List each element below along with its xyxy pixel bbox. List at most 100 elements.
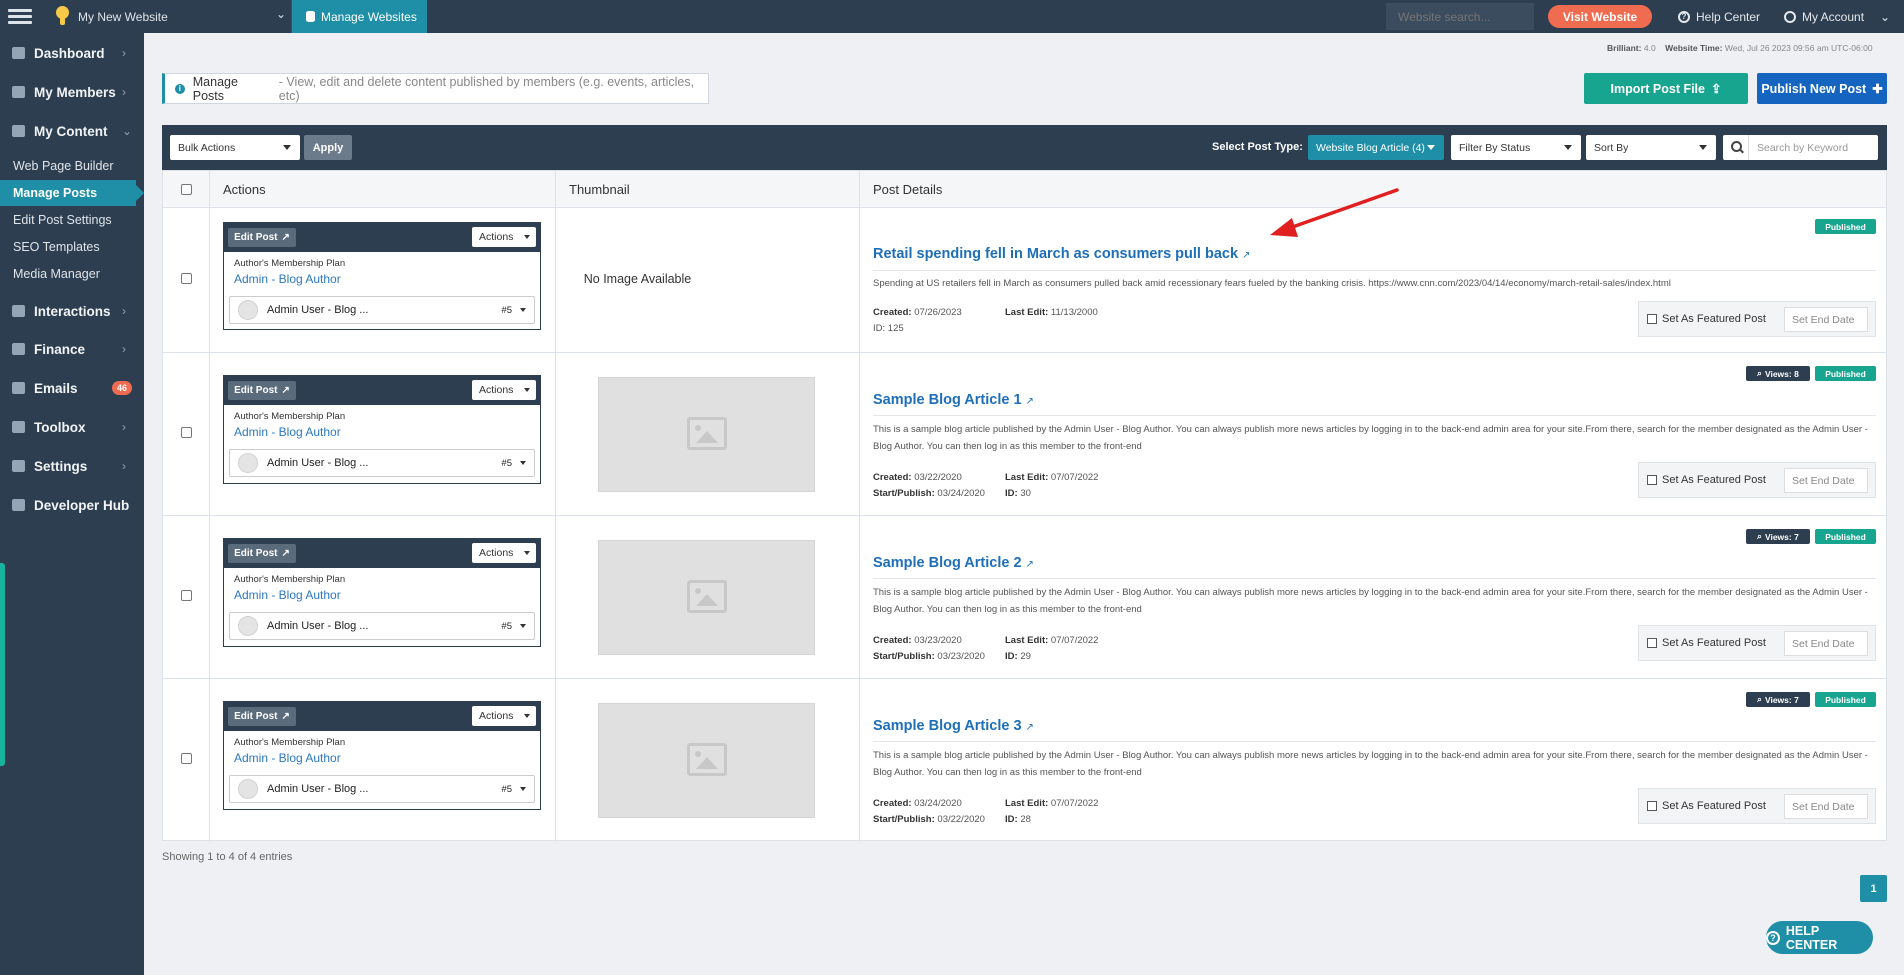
post-type-select[interactable]: Website Blog Article (4) [1308,135,1444,160]
author-select[interactable]: Admin User - Blog ... #5 [229,449,535,477]
apply-button[interactable]: Apply [304,135,352,160]
keyword-search-input[interactable]: Search by Keyword [1723,135,1878,160]
website-search-input[interactable] [1386,3,1534,30]
author-select[interactable]: Admin User - Blog ... #5 [229,296,535,324]
edit-post-button[interactable]: Edit Post ↗ [228,381,296,400]
created-label: Created: [873,635,912,646]
created-date: Created: 03/23/2020 [873,635,962,646]
post-title-link[interactable]: Sample Blog Article 3 ↗ [873,718,1034,734]
sort-by-select[interactable]: Sort By [1586,135,1716,160]
views-count: Views: 8 [1764,368,1799,379]
end-date-input[interactable]: Set End Date [1784,631,1868,656]
sidebar-item-interactions[interactable]: Interactions › [0,295,144,327]
start-value: 03/24/2020 [937,488,985,499]
sidebar-item-developer-hub[interactable]: Developer Hub [0,489,144,521]
id-label: ID: [873,323,886,334]
featured-checkbox[interactable] [1647,314,1657,324]
featured-checkbox[interactable] [1647,638,1657,648]
manage-websites-button[interactable]: Manage Websites [292,0,427,33]
pagination-page-1[interactable]: 1 [1860,875,1887,902]
filter-status-select[interactable]: Filter By Status [1451,135,1581,160]
start-label: Start/Publish: [873,651,935,662]
grid-icon [12,499,25,511]
bulk-actions-select[interactable]: Bulk Actions [170,135,300,160]
post-title-link[interactable]: Retail spending fell in March as consume… [873,246,1250,262]
post-description: Spending at US retailers fell in March a… [873,278,1671,289]
created-label: Created: [873,307,912,318]
select-all-checkbox[interactable] [181,184,192,195]
created-value: 03/23/2020 [914,635,962,646]
visit-website-button[interactable]: Visit Website [1548,5,1652,28]
post-title-link[interactable]: Sample Blog Article 1 ↗ [873,392,1034,408]
membership-plan-link[interactable]: Admin - Blog Author [234,751,341,765]
post-title: Retail spending fell in March as consume… [873,246,1239,262]
start-label: Start/Publish: [873,814,935,825]
sidebar-item-toolbox[interactable]: Toolbox › [0,411,144,443]
last-edit-label: Last Edit: [1005,635,1049,646]
start-date: Start/Publish: 03/23/2020 [873,651,985,662]
sidebar-sub-web-page-builder[interactable]: Web Page Builder [0,153,144,179]
chevron-right-icon: › [122,85,126,99]
author-card: Edit Post ↗ Actions Author's Membership P… [223,701,541,810]
actions-dropdown[interactable]: Actions [472,227,536,247]
actions-dropdown[interactable]: Actions [472,543,536,563]
row-checkbox[interactable] [181,273,192,284]
featured-label: Set As Featured Post [1662,800,1766,812]
id-label: ID: [1005,651,1018,662]
caret-down-icon [1699,145,1707,150]
sidebar-item-my-members[interactable]: My Members › [0,76,144,108]
membership-plan-link[interactable]: Admin - Blog Author [234,425,341,439]
author-select[interactable]: Admin User - Blog ... #5 [229,612,535,640]
publish-new-post-button[interactable]: Publish New Post ✚ [1757,73,1887,104]
edit-post-button[interactable]: Edit Post ↗ [228,707,296,726]
last-edit-value: 07/07/2022 [1050,635,1099,646]
end-date-input[interactable]: Set End Date [1784,794,1868,819]
question-icon: ? [1678,10,1690,23]
post-thumbnail[interactable] [598,540,815,655]
sidebar-item-finance[interactable]: Finance › [0,333,144,365]
featured-checkbox[interactable] [1647,475,1657,485]
sidebar-sub-media-manager[interactable]: Media Manager [0,261,144,287]
sidebar: Dashboard › My Members › My Content ⌄ We… [0,33,144,975]
sidebar-item-emails[interactable]: Emails 46 [0,372,144,404]
edit-post-button[interactable]: Edit Post ↗ [228,228,296,247]
import-post-file-button[interactable]: Import Post File ⇪ [1584,73,1748,104]
sidebar-item-settings[interactable]: Settings › [0,450,144,482]
edit-post-button[interactable]: Edit Post ↗ [228,544,296,563]
chat-icon [12,305,25,317]
users-icon [12,86,25,98]
last-edit-label: Last Edit: [1005,307,1049,318]
actions-dropdown[interactable]: Actions [472,706,536,726]
actions-dropdown[interactable]: Actions [472,380,536,400]
help-center-button[interactable]: ? HELP CENTER [1766,921,1873,954]
annotation-arrow-icon [1270,188,1399,237]
author-name: Admin User - Blog ... [267,620,369,632]
end-date-input[interactable]: Set End Date [1784,468,1868,493]
my-account-label: My Account [1802,9,1865,24]
start-value: 03/22/2020 [937,814,985,825]
help-center-link[interactable]: ? Help Center [1678,0,1760,33]
row-checkbox[interactable] [181,427,192,438]
sidebar-label: My Members [34,84,116,100]
membership-plan-link[interactable]: Admin - Blog Author [234,588,341,602]
my-account-menu[interactable]: My Account ⌄ [1784,0,1890,33]
author-select[interactable]: Admin User - Blog ... #5 [229,775,535,803]
membership-plan-link[interactable]: Admin - Blog Author [234,272,341,286]
menu-icon[interactable] [8,6,32,26]
post-thumbnail[interactable] [598,703,815,818]
website-selector[interactable]: My New Website ⌄ [40,0,292,33]
post-title-link[interactable]: Sample Blog Article 2 ↗ [873,555,1034,571]
bulk-actions-value: Bulk Actions [178,141,236,154]
featured-checkbox[interactable] [1647,801,1657,811]
end-date-input[interactable]: Set End Date [1784,307,1868,332]
row-checkbox[interactable] [181,753,192,764]
sidebar-sub-seo-templates[interactable]: SEO Templates [0,234,144,260]
sidebar-sub-edit-post-settings[interactable]: Edit Post Settings [0,207,144,233]
divider [873,578,1876,579]
sidebar-sub-manage-posts[interactable]: Manage Posts [0,180,144,206]
sidebar-item-my-content[interactable]: My Content ⌄ [0,115,144,147]
row-checkbox[interactable] [181,590,192,601]
sidebar-item-dashboard[interactable]: Dashboard › [0,37,144,69]
id-value: 30 [1020,488,1031,499]
post-thumbnail[interactable] [598,377,815,492]
